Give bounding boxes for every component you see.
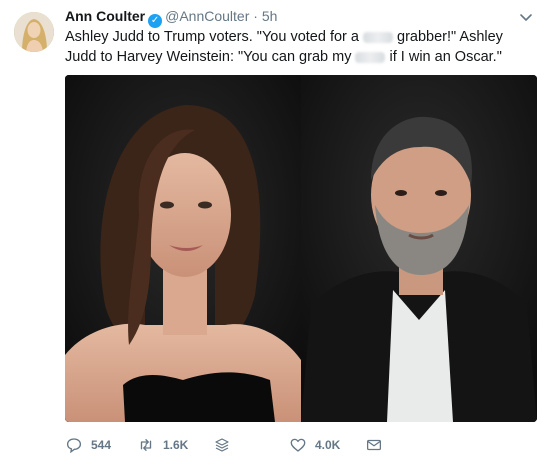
retweet-count: 1.6K	[163, 438, 189, 452]
photo-woman-image	[65, 75, 301, 422]
reply-count: 544	[91, 438, 112, 452]
tweet-header: Ann Coulter ✓ @AnnCoulter · 5h	[65, 8, 277, 28]
author-name[interactable]: Ann Coulter	[65, 8, 145, 24]
tweet-media[interactable]	[65, 75, 537, 422]
photo-man[interactable]	[301, 75, 537, 422]
heart-icon	[290, 438, 306, 452]
photo-man-image	[301, 75, 537, 422]
tweet-card: Ann Coulter ✓ @AnnCoulter · 5h Ashley Judd…	[0, 0, 550, 466]
tweet-text: Ashley Judd to Trump voters. "You voted …	[65, 27, 535, 67]
envelope-icon	[366, 439, 382, 451]
like-button[interactable]: 4.0K	[289, 436, 340, 454]
reply-icon	[66, 438, 82, 454]
like-count: 4.0K	[315, 438, 341, 452]
redacted-word	[355, 51, 386, 63]
stack-button[interactable]	[213, 436, 231, 454]
timestamp[interactable]: 5h	[262, 8, 278, 24]
author-handle[interactable]: @AnnCoulter	[165, 8, 249, 24]
reply-button[interactable]: 544	[65, 436, 111, 454]
avatar[interactable]	[14, 12, 54, 52]
tweet-text-part1: Ashley Judd to Trump voters. "You voted …	[65, 29, 359, 45]
direct-message-button[interactable]	[365, 436, 383, 454]
avatar-portrait	[14, 12, 54, 52]
tweet-text-part3: if I win an Oscar."	[389, 49, 502, 65]
photo-woman[interactable]	[65, 75, 301, 422]
retweet-icon	[140, 439, 152, 451]
stack-icon	[215, 438, 229, 452]
verified-badge-icon: ✓	[148, 14, 163, 28]
chevron-down-icon[interactable]	[518, 9, 534, 25]
tweet-actions: 544 1.6K 4.0K	[65, 436, 535, 456]
retweet-button[interactable]: 1.6K	[137, 436, 188, 454]
redacted-word	[363, 31, 393, 43]
separator-dot: ·	[253, 8, 258, 24]
